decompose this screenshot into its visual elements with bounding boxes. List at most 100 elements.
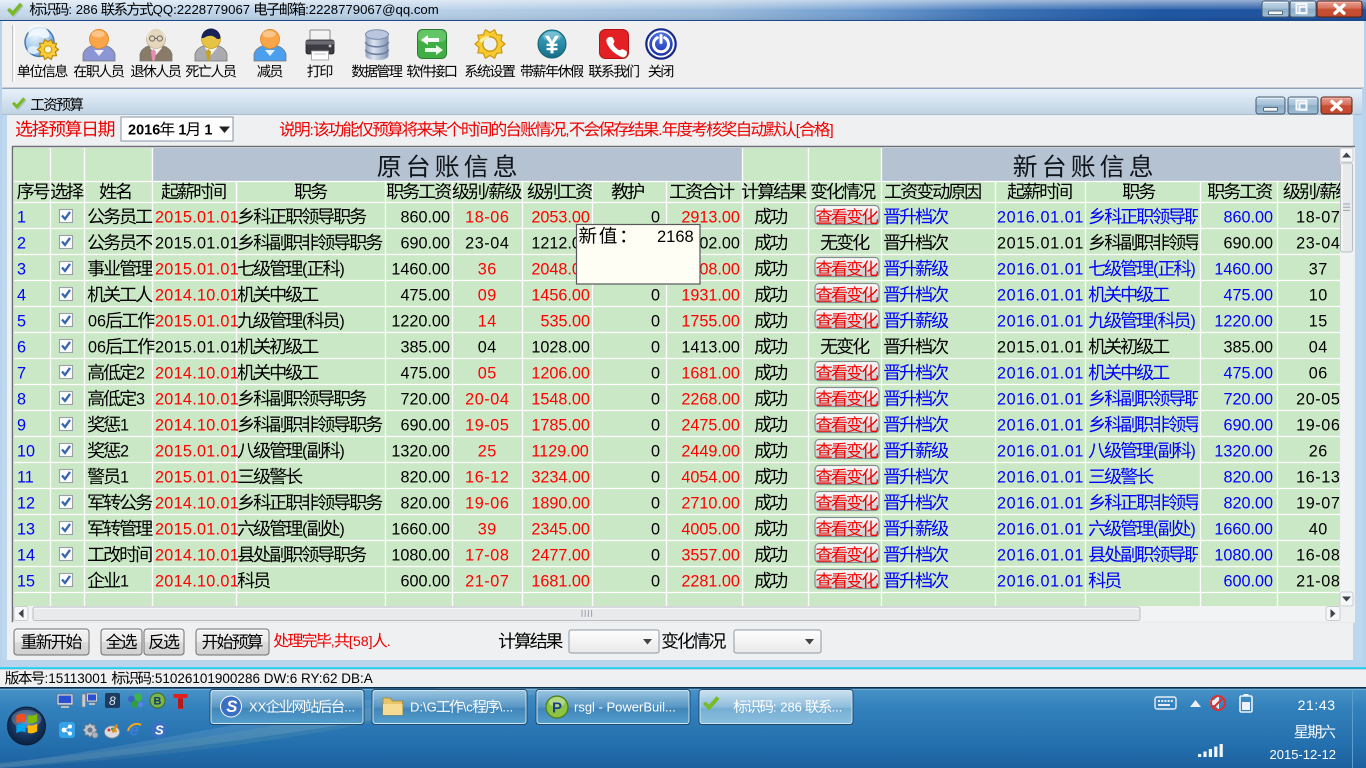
svg-text:0: 0 [651, 339, 660, 357]
svg-text:2014.10.01: 2014.10.01 [155, 365, 239, 383]
svg-text::: : [310, 122, 314, 139]
svg-text:12: 12 [17, 495, 35, 513]
svg-text:1755.00: 1755.00 [681, 313, 740, 331]
svg-text:1129.00: 1129.00 [531, 443, 588, 461]
svg-text:1456.00: 1456.00 [531, 287, 590, 305]
svg-text:8: 8 [109, 694, 116, 708]
svg-text:600.00: 600.00 [401, 573, 451, 591]
svg-text:19-06: 19-06 [1296, 417, 1340, 435]
svg-text:0: 0 [651, 391, 660, 409]
svg-text:): ) [1190, 261, 1195, 279]
svg-text:: 286: : 286 [773, 700, 806, 715]
svg-text:37: 37 [1309, 261, 1328, 279]
svg-text:2016.01.01: 2016.01.01 [997, 287, 1084, 305]
svg-text:0: 0 [651, 469, 660, 487]
svg-text:8: 8 [17, 391, 26, 409]
svg-text:2: 2 [120, 443, 129, 461]
svg-text:09: 09 [478, 287, 497, 305]
svg-text:2016.01.01: 2016.01.01 [997, 573, 1084, 591]
svg-text:820.00: 820.00 [401, 469, 451, 487]
svg-text:19-06: 19-06 [465, 495, 509, 513]
svg-text:1080.00: 1080.00 [391, 547, 450, 565]
svg-text:14: 14 [478, 313, 497, 331]
svg-text:18-07: 18-07 [1296, 209, 1340, 227]
svg-text::15113001: :15113001 [45, 671, 112, 686]
svg-text:2015.01.01: 2015.01.01 [155, 313, 239, 331]
svg-text:39: 39 [478, 521, 497, 539]
svg-text:: 286: : 286 [68, 2, 101, 17]
svg-text:...: ... [832, 700, 843, 715]
svg-text:2477.00: 2477.00 [531, 547, 590, 565]
svg-text:,: , [565, 122, 569, 139]
svg-text:S: S [155, 723, 164, 738]
svg-text:...: ... [344, 700, 355, 715]
svg-text:2016.01.01: 2016.01.01 [997, 417, 1084, 435]
svg-text:2016.01.01: 2016.01.01 [997, 209, 1084, 227]
svg-text:690.00: 690.00 [1224, 417, 1274, 435]
svg-text:): ) [339, 313, 344, 331]
svg-text:23-04: 23-04 [465, 235, 509, 253]
svg-text:23-04: 23-04 [1296, 235, 1340, 253]
svg-text:): ) [339, 443, 344, 461]
svg-text:1320.00: 1320.00 [1214, 443, 1273, 461]
svg-text:20-04: 20-04 [465, 391, 509, 409]
svg-text:2016.01.01: 2016.01.01 [997, 313, 1084, 331]
svg-text:2015.01.01: 2015.01.01 [155, 261, 239, 279]
svg-text:2014.10.01: 2014.10.01 [155, 547, 239, 565]
svg-text:475.00: 475.00 [1224, 365, 1274, 383]
svg-text:(: ( [302, 521, 308, 539]
svg-text:690.00: 690.00 [1224, 235, 1274, 253]
svg-text:535.00: 535.00 [541, 313, 591, 331]
svg-text:rsgl - PowerBuil...: rsgl - PowerBuil... [574, 700, 676, 715]
svg-text:2016.01.01: 2016.01.01 [997, 495, 1084, 513]
svg-text:06: 06 [1309, 365, 1328, 383]
svg-text:720.00: 720.00 [401, 391, 451, 409]
svg-text:\...: \... [499, 700, 513, 715]
svg-text:1206.00: 1206.00 [531, 365, 590, 383]
svg-text:2014.10.01: 2014.10.01 [155, 495, 239, 513]
svg-text:): ) [1190, 313, 1195, 331]
svg-text:P: P [552, 700, 562, 717]
svg-text:3: 3 [17, 261, 26, 279]
svg-text:2: 2 [17, 235, 26, 253]
svg-text:B: B [154, 696, 162, 708]
svg-text:19-05: 19-05 [465, 417, 509, 435]
svg-text:1080.00: 1080.00 [1214, 547, 1273, 565]
svg-text:25: 25 [478, 443, 497, 461]
svg-text:(: ( [302, 313, 308, 331]
svg-text:690.00: 690.00 [401, 235, 451, 253]
svg-text:600.00: 600.00 [1224, 573, 1274, 591]
svg-text:2345.00: 2345.00 [531, 521, 590, 539]
svg-text:2015.01.01: 2015.01.01 [997, 235, 1084, 253]
svg-text:2015.01.01: 2015.01.01 [155, 235, 239, 253]
svg-text:13: 13 [17, 521, 35, 539]
svg-text:2016.01.01: 2016.01.01 [997, 261, 1084, 279]
svg-text:QQ:2228779067: QQ:2228779067 [153, 2, 254, 17]
svg-text:1660.00: 1660.00 [1214, 521, 1273, 539]
svg-text:2016.01.01: 2016.01.01 [997, 521, 1084, 539]
svg-text:690.00: 690.00 [401, 417, 451, 435]
svg-text:1: 1 [120, 417, 129, 435]
svg-text:475.00: 475.00 [401, 365, 451, 383]
svg-text:2016.01.01: 2016.01.01 [997, 469, 1084, 487]
svg-text:(: ( [1153, 313, 1159, 331]
svg-text:26: 26 [1309, 443, 1328, 461]
svg-text:475.00: 475.00 [401, 287, 451, 305]
svg-text:11: 11 [17, 469, 34, 487]
svg-text:0: 0 [651, 521, 660, 539]
svg-text:0: 0 [651, 443, 660, 461]
svg-text:2014.10.01: 2014.10.01 [155, 573, 239, 591]
svg-text:2015.01.01: 2015.01.01 [155, 339, 239, 357]
svg-text:2: 2 [136, 365, 145, 383]
svg-text:16-12: 16-12 [465, 469, 509, 487]
svg-text:21-08: 21-08 [1296, 573, 1340, 591]
svg-text:2475.00: 2475.00 [681, 417, 740, 435]
svg-text:3557.00: 3557.00 [681, 547, 740, 565]
svg-text:2015-12-12: 2015-12-12 [1270, 747, 1337, 762]
svg-text:0: 0 [651, 287, 660, 305]
svg-text:2913.00: 2913.00 [681, 209, 740, 227]
svg-text:1681.00: 1681.00 [681, 365, 740, 383]
svg-text:15: 15 [17, 573, 35, 591]
svg-text:19-07: 19-07 [1296, 495, 1340, 513]
svg-text:(: ( [1153, 521, 1159, 539]
